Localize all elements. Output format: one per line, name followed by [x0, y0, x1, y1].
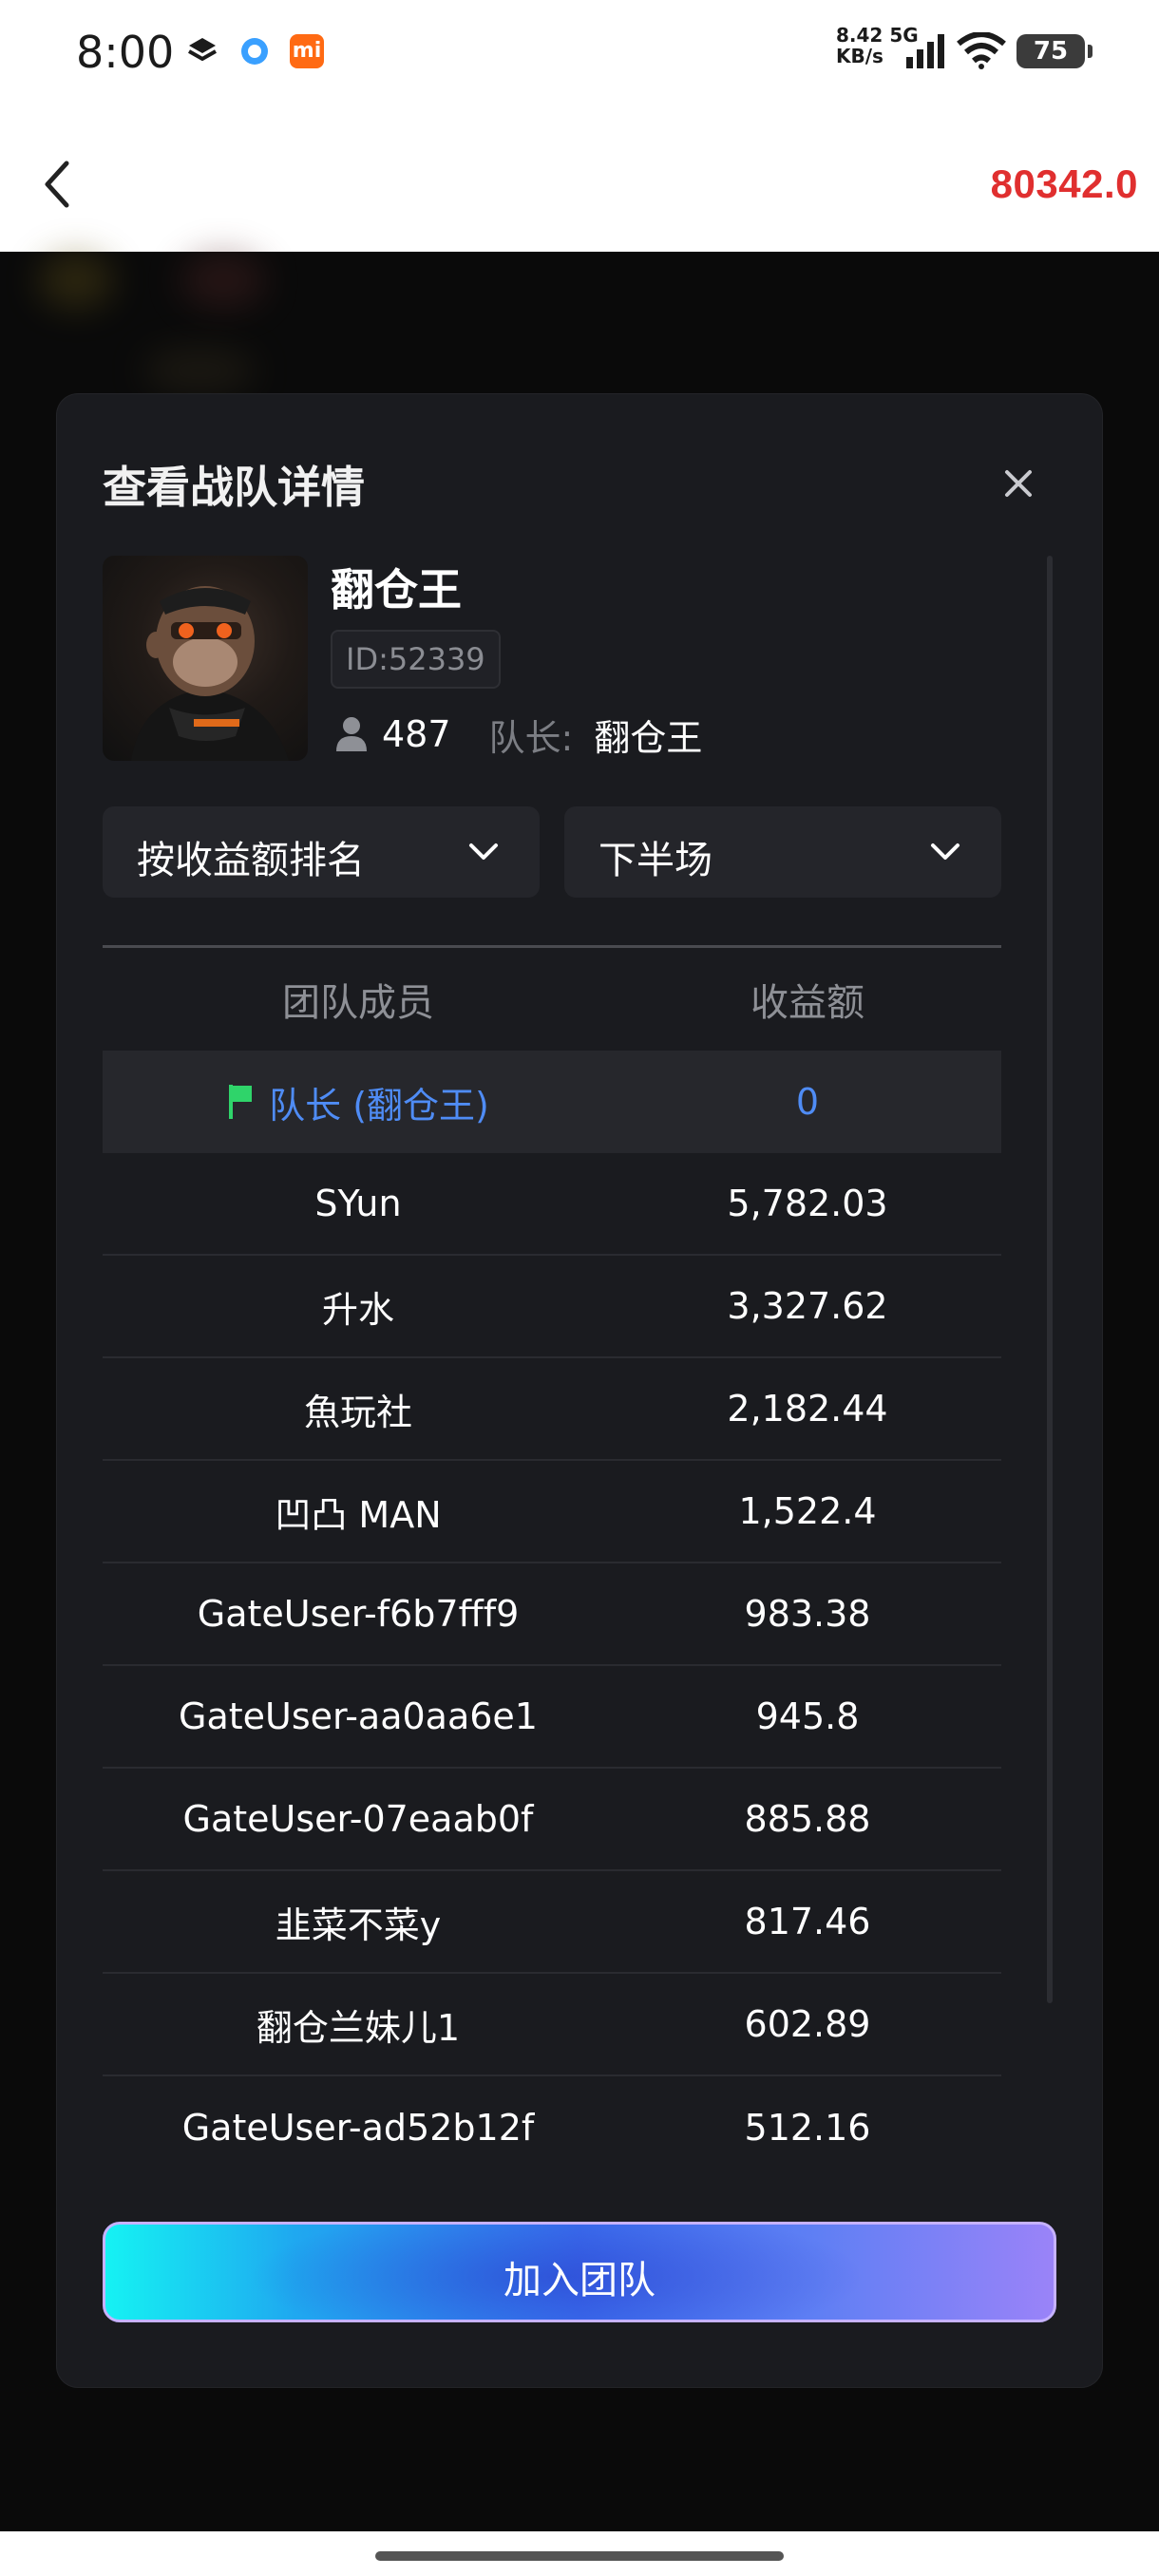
member-earnings: 817.46: [744, 1901, 871, 1942]
member-name: 凹凸 MAN: [275, 1493, 442, 1536]
team-meta: 487 队长: 翻仓王: [334, 708, 702, 761]
table-header: 团队成员 收益额: [103, 948, 1001, 1051]
app-header: 80342.0: [0, 104, 1159, 252]
modal-title: 查看战队详情: [103, 462, 365, 513]
member-earnings: 983.38: [744, 1593, 871, 1635]
mi-icon: mi: [290, 34, 324, 68]
close-icon[interactable]: [998, 463, 1039, 504]
member-earnings: 1,522.4: [738, 1490, 877, 1532]
member-name: GateUser-07eaab0f: [182, 1798, 534, 1840]
flag-icon: [229, 1085, 253, 1119]
backdrop-blur: [180, 252, 266, 309]
member-name: 升水: [321, 1288, 394, 1331]
balance-value: 80342.0: [990, 161, 1138, 206]
join-team-label: 加入团队: [504, 2259, 656, 2302]
leader-row-value: 0: [795, 1081, 820, 1123]
home-indicator[interactable]: [375, 2551, 784, 2561]
half-dropdown-label: 下半场: [598, 839, 712, 882]
member-earnings: 5,782.03: [727, 1183, 888, 1224]
member-earnings: 3,327.62: [727, 1285, 888, 1327]
header-member: 团队成员: [282, 981, 434, 1025]
sort-dropdown[interactable]: 按收益额排名: [103, 806, 540, 898]
status-time: 8:00: [76, 27, 175, 78]
leader-cell: 队长 (翻仓王): [103, 1051, 614, 1153]
table-row[interactable]: GateUser-f6b7fff9 983.38: [103, 1563, 1001, 1666]
join-team-button[interactable]: 加入团队: [103, 2222, 1056, 2322]
wifi-icon: [957, 32, 1006, 69]
layers-icon: [188, 38, 217, 62]
member-name: GateUser-aa0aa6e1: [179, 1695, 538, 1737]
table-row[interactable]: SYun 5,782.03: [103, 1153, 1001, 1256]
half-dropdown[interactable]: 下半场: [564, 806, 1001, 898]
header-earnings: 收益额: [750, 981, 864, 1025]
leader-row[interactable]: 队长 (翻仓王) 0: [103, 1051, 1001, 1153]
chevron-down-icon: [469, 843, 498, 860]
ape-avatar-icon: [131, 586, 289, 761]
member-name: 韭菜不菜y: [275, 1904, 442, 1946]
table-row[interactable]: 韭菜不菜y 817.46: [103, 1871, 1001, 1974]
table-row[interactable]: GateUser-ad52b12f 512.16: [103, 2076, 1001, 2179]
member-name: SYun: [314, 1183, 402, 1224]
member-table[interactable]: 团队成员 收益额 队长 (翻仓王) 0 SYun 5,782.03 升水 3,3…: [103, 948, 1001, 2179]
table-row[interactable]: GateUser-07eaab0f 885.88: [103, 1769, 1001, 1871]
scrollbar[interactable]: [1047, 556, 1053, 2003]
backdrop-blur: [142, 347, 256, 394]
person-icon: [336, 717, 367, 751]
table-row[interactable]: 凹凸 MAN 1,522.4: [103, 1461, 1001, 1563]
back-chevron-icon[interactable]: [34, 154, 80, 215]
team-id-badge: ID:52339: [331, 630, 501, 689]
member-name: GateUser-ad52b12f: [181, 2107, 535, 2149]
member-earnings: 945.8: [755, 1695, 860, 1737]
status-bar: 8:00 mi 8.42 5G KB/s 75: [0, 0, 1159, 104]
member-name: 魚玩社: [303, 1391, 412, 1433]
member-earnings: 885.88: [744, 1798, 871, 1840]
table-row[interactable]: 翻仓兰妹儿1 602.89: [103, 1974, 1001, 2076]
member-earnings: 602.89: [744, 2003, 871, 2045]
table-row[interactable]: GateUser-aa0aa6e1 945.8: [103, 1666, 1001, 1769]
leader-name: 翻仓王: [594, 716, 703, 759]
member-name: GateUser-f6b7fff9: [197, 1593, 520, 1635]
table-row[interactable]: 升水 3,327.62: [103, 1256, 1001, 1358]
leader-label: 队长:: [488, 716, 574, 759]
team-details-modal: 查看战队详情 翻仓王 ID:52339 487 队长: 翻仓王 按收益额排名 下…: [57, 394, 1102, 2387]
sort-dropdown-label: 按收益额排名: [137, 839, 365, 882]
team-avatar: [103, 556, 308, 761]
member-count: 487: [382, 713, 451, 755]
member-name: 翻仓兰妹儿1: [256, 2006, 461, 2049]
member-earnings: 512.16: [744, 2107, 871, 2149]
leader-row-name: 队长 (翻仓王): [269, 1084, 489, 1127]
member-earnings: 2,182.44: [727, 1388, 888, 1430]
signal-icon: [906, 34, 944, 68]
chevron-down-icon: [931, 843, 960, 860]
app-notification-icon: [241, 38, 268, 65]
battery-indicator: 75: [1016, 34, 1092, 68]
backdrop-blur: [38, 252, 114, 309]
table-row[interactable]: 魚玩社 2,182.44: [103, 1358, 1001, 1461]
team-name: 翻仓王: [331, 564, 462, 616]
